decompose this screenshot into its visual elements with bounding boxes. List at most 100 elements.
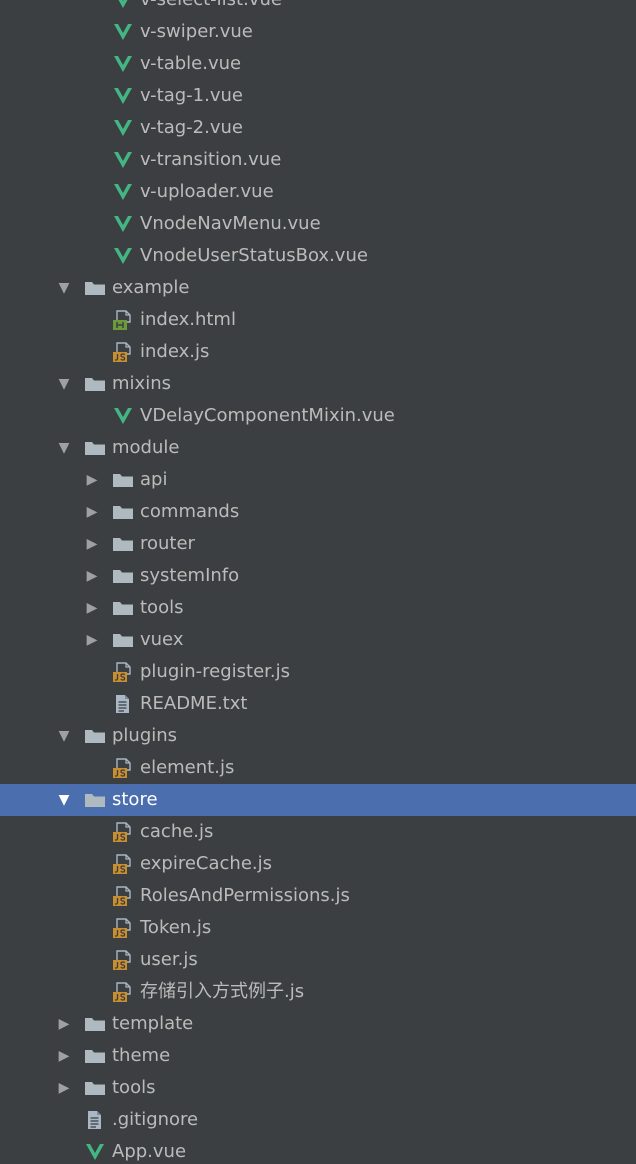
tree-item-label: .gitignore xyxy=(112,1109,199,1130)
tree-file-js[interactable]: 存储引入方式例子.js xyxy=(0,976,636,1008)
tree-file-index-js[interactable]: index.js xyxy=(0,336,636,368)
tree-folder-example[interactable]: ▼ example xyxy=(0,272,636,304)
tree-folder-template[interactable]: ▶ template xyxy=(0,1008,636,1040)
collapsed-arrow-icon[interactable]: ▶ xyxy=(83,496,101,528)
collapsed-arrow-icon[interactable]: ▶ xyxy=(55,1008,73,1040)
tree-file-element-js[interactable]: element.js xyxy=(0,752,636,784)
tree-file-vdelaycomponentmixin-vue[interactable]: VDelayComponentMixin.vue xyxy=(0,400,636,432)
expanded-arrow-icon[interactable]: ▼ xyxy=(55,368,73,400)
tree-file-v-tag-2-vue[interactable]: v-tag-2.vue xyxy=(0,112,636,144)
tree-item-label: element.js xyxy=(140,757,235,778)
folder-icon xyxy=(84,1014,106,1034)
folder-icon xyxy=(112,566,134,586)
tree-folder-commands[interactable]: ▶ commands xyxy=(0,496,636,528)
text-file-icon xyxy=(112,694,134,714)
tree-file-v-tag-1-vue[interactable]: v-tag-1.vue xyxy=(0,80,636,112)
tree-item-label: vuex xyxy=(140,629,184,650)
tree-item-label: VnodeUserStatusBox.vue xyxy=(140,245,368,266)
project-file-tree: v-select-list.vue v-swiper.vue v-table.vue… xyxy=(0,0,636,1164)
tree-file-plugin-register-js[interactable]: plugin-register.js xyxy=(0,656,636,688)
expanded-arrow-icon[interactable]: ▼ xyxy=(55,272,73,304)
tree-file-v-table-vue[interactable]: v-table.vue xyxy=(0,48,636,80)
vue-icon xyxy=(112,118,134,138)
tree-item-label: example xyxy=(112,277,190,298)
collapsed-arrow-icon[interactable]: ▶ xyxy=(83,592,101,624)
tree-file-vnodenavmenu-vue[interactable]: VnodeNavMenu.vue xyxy=(0,208,636,240)
tree-item-label: README.txt xyxy=(140,693,248,714)
tree-item-label: plugins xyxy=(112,725,178,746)
tree-item-label: v-tag-2.vue xyxy=(140,117,243,138)
tree-file-v-swiper-vue[interactable]: v-swiper.vue xyxy=(0,16,636,48)
tree-folder-systeminfo[interactable]: ▶ systemInfo xyxy=(0,560,636,592)
tree-item-label: index.html xyxy=(140,309,236,330)
tree-file-gitignore[interactable]: .gitignore xyxy=(0,1104,636,1136)
tree-folder-tools[interactable]: ▶ tools xyxy=(0,592,636,624)
html-file-icon xyxy=(112,310,134,330)
tree-item-label: theme xyxy=(112,1045,171,1066)
folder-icon xyxy=(84,374,106,394)
tree-file-rolesandpermissions-js[interactable]: RolesAndPermissions.js xyxy=(0,880,636,912)
tree-item-label: RolesAndPermissions.js xyxy=(140,885,350,906)
tree-item-label: commands xyxy=(140,501,240,522)
tree-file-readme-txt[interactable]: README.txt xyxy=(0,688,636,720)
tree-folder-plugins[interactable]: ▼ plugins xyxy=(0,720,636,752)
folder-icon xyxy=(84,1046,106,1066)
tree-file-user-js[interactable]: user.js xyxy=(0,944,636,976)
tree-item-label: v-select-list.vue xyxy=(140,0,282,16)
tree-folder-module[interactable]: ▼ module xyxy=(0,432,636,464)
folder-icon xyxy=(84,726,106,746)
tree-item-label: VDelayComponentMixin.vue xyxy=(140,405,395,426)
tree-item-label: expireCache.js xyxy=(140,853,272,874)
tree-file-cache-js[interactable]: cache.js xyxy=(0,816,636,848)
folder-icon xyxy=(112,470,134,490)
tree-file-expirecache-js[interactable]: expireCache.js xyxy=(0,848,636,880)
js-file-icon xyxy=(112,854,134,874)
tree-item-label: module xyxy=(112,437,180,458)
tree-folder-store[interactable]: ▼ store xyxy=(0,784,636,816)
js-file-icon xyxy=(112,918,134,938)
tree-item-label: v-table.vue xyxy=(140,53,242,74)
tree-item-label: v-transition.vue xyxy=(140,149,282,170)
tree-folder-router[interactable]: ▶ router xyxy=(0,528,636,560)
collapsed-arrow-icon[interactable]: ▶ xyxy=(83,464,101,496)
tree-file-v-uploader-vue[interactable]: v-uploader.vue xyxy=(0,176,636,208)
tree-file-token-js[interactable]: Token.js xyxy=(0,912,636,944)
tree-item-label: 存储引入方式例子.js xyxy=(140,981,305,1002)
tree-item-label: tools xyxy=(140,597,184,618)
folder-icon xyxy=(112,534,134,554)
tree-item-label: tools xyxy=(112,1077,156,1098)
collapsed-arrow-icon[interactable]: ▶ xyxy=(83,560,101,592)
tree-item-label: api xyxy=(140,469,168,490)
tree-file-index-html[interactable]: index.html xyxy=(0,304,636,336)
expanded-arrow-icon[interactable]: ▼ xyxy=(55,432,73,464)
tree-file-app-vue[interactable]: App.vue xyxy=(0,1136,636,1164)
js-file-icon xyxy=(112,342,134,362)
tree-file-vnodeuserstatusbox-vue[interactable]: VnodeUserStatusBox.vue xyxy=(0,240,636,272)
collapsed-arrow-icon[interactable]: ▶ xyxy=(55,1040,73,1072)
js-file-icon xyxy=(112,886,134,906)
tree-folder-mixins[interactable]: ▼ mixins xyxy=(0,368,636,400)
tree-folder-theme[interactable]: ▶ theme xyxy=(0,1040,636,1072)
tree-file-v-transition-vue[interactable]: v-transition.vue xyxy=(0,144,636,176)
tree-folder-vuex[interactable]: ▶ vuex xyxy=(0,624,636,656)
tree-item-label: VnodeNavMenu.vue xyxy=(140,213,321,234)
tree-item-label: mixins xyxy=(112,373,171,394)
expanded-arrow-icon[interactable]: ▼ xyxy=(55,720,73,752)
tree-folder-api[interactable]: ▶ api xyxy=(0,464,636,496)
expanded-arrow-icon[interactable]: ▼ xyxy=(55,784,73,816)
vue-icon xyxy=(112,246,134,266)
collapsed-arrow-icon[interactable]: ▶ xyxy=(83,528,101,560)
js-file-icon xyxy=(112,822,134,842)
tree-folder-tools[interactable]: ▶ tools xyxy=(0,1072,636,1104)
folder-icon xyxy=(112,630,134,650)
folder-icon xyxy=(84,438,106,458)
vue-icon xyxy=(112,54,134,74)
folder-icon xyxy=(112,502,134,522)
js-file-icon xyxy=(112,982,134,1002)
vue-icon xyxy=(84,1142,106,1162)
tree-item-label: user.js xyxy=(140,949,198,970)
collapsed-arrow-icon[interactable]: ▶ xyxy=(83,624,101,656)
tree-item-label: plugin-register.js xyxy=(140,661,291,682)
collapsed-arrow-icon[interactable]: ▶ xyxy=(55,1072,73,1104)
tree-file-v-select-list-vue[interactable]: v-select-list.vue xyxy=(0,0,636,16)
